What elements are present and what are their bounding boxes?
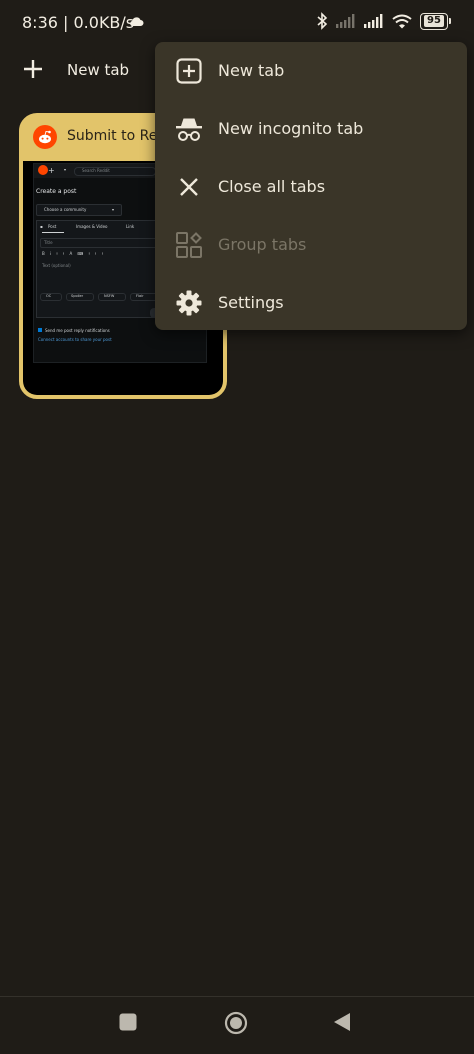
plus-box-icon xyxy=(176,58,202,84)
bluetooth-icon xyxy=(317,12,328,30)
system-navigation-bar xyxy=(0,996,474,1054)
menu-item-label: New tab xyxy=(218,61,285,80)
recents-icon[interactable] xyxy=(119,1013,137,1031)
back-icon[interactable] xyxy=(333,1012,351,1032)
cloud-icon xyxy=(130,17,144,26)
preview-title-field: Title xyxy=(44,240,53,245)
status-bar: 8:36 | 0.0KB/s 95 xyxy=(0,0,474,44)
menu-item-label: Settings xyxy=(218,293,284,312)
menu-item-close-all-tabs[interactable]: Close all tabs xyxy=(155,158,467,216)
menu-item-label: Group tabs xyxy=(218,235,307,254)
plus-icon[interactable] xyxy=(22,58,44,80)
menu-item-new-incognito-tab[interactable]: New incognito tab xyxy=(155,100,467,158)
preview-search: Search Reddit xyxy=(82,168,110,173)
menu-item-new-tab[interactable]: New tab xyxy=(155,42,467,100)
preview-tab-link: Link xyxy=(126,224,135,229)
battery-icon: 95 xyxy=(420,12,451,30)
group-tabs-icon xyxy=(176,232,202,258)
preview-connect: Connect accounts to share your post xyxy=(38,337,112,342)
reddit-icon xyxy=(33,125,57,149)
preview-community: Choose a community xyxy=(44,207,87,212)
menu-item-label: Close all tabs xyxy=(218,177,326,196)
new-tab-button[interactable]: New tab xyxy=(67,61,129,79)
status-time: 8:36 | 0.0KB/s xyxy=(22,13,135,32)
signal-icon xyxy=(364,14,383,28)
preview-tag-oc: OC xyxy=(46,294,52,298)
battery-level: 95 xyxy=(424,15,444,27)
preview-body-field: Text (optional) xyxy=(42,263,71,268)
preview-tag-nsfw: NSFW xyxy=(104,294,115,298)
preview-tag-spoiler: Spoiler xyxy=(71,294,84,298)
preview-tag-flair: Flair xyxy=(136,294,144,298)
preview-heading: Create a post xyxy=(36,188,77,195)
menu-item-settings[interactable]: Settings xyxy=(155,274,467,332)
wifi-icon xyxy=(392,14,412,28)
home-icon[interactable] xyxy=(224,1011,248,1035)
overflow-menu: New tab New incognito tab Close all tabs… xyxy=(155,42,467,330)
gear-icon xyxy=(176,290,202,316)
close-icon xyxy=(180,178,198,196)
preview-tab-post: Post xyxy=(48,224,57,229)
preview-notify: Send me post reply notifications xyxy=(45,328,110,333)
menu-item-group-tabs[interactable]: Group tabs xyxy=(155,216,467,274)
preview-tab-images: Images & Video xyxy=(76,224,108,229)
signal-icon xyxy=(336,14,355,28)
menu-item-label: New incognito tab xyxy=(218,119,364,138)
incognito-icon xyxy=(176,118,202,141)
